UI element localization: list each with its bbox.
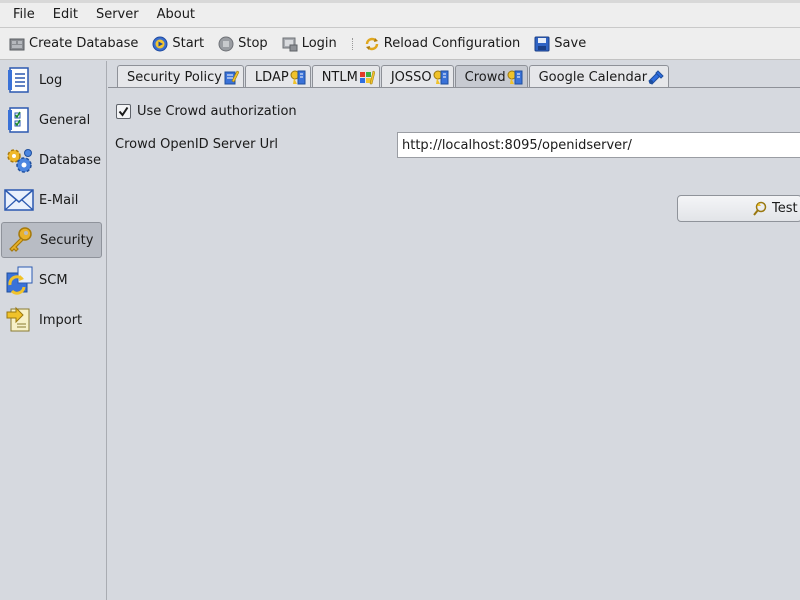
sidebar-item-general[interactable]: General: [1, 102, 102, 138]
use-crowd-label[interactable]: Use Crowd authorization: [137, 104, 297, 119]
tab-crowd[interactable]: Crowd: [454, 65, 528, 88]
reload-configuration-button[interactable]: Reload Configuration: [361, 31, 524, 57]
save-button[interactable]: Save: [531, 31, 589, 57]
tab-google-calendar[interactable]: Google Calendar: [528, 65, 670, 88]
josso-icon: [433, 69, 449, 85]
toolbar-separator: [351, 37, 353, 50]
create-database-button[interactable]: Create Database: [6, 31, 141, 57]
gears-icon: [4, 145, 34, 175]
login-label: Login: [301, 36, 337, 51]
login-icon: [282, 36, 298, 52]
tab-label: Crowd: [464, 69, 506, 85]
tab-label: Google Calendar: [538, 69, 648, 85]
tab-ntlm[interactable]: NTLM: [311, 65, 380, 88]
stop-button[interactable]: Stop: [215, 31, 271, 57]
database-icon: [9, 36, 25, 52]
sidebar-item-label: Database: [39, 152, 102, 168]
sidebar-item-security[interactable]: Security: [1, 222, 102, 258]
sidebar-item-database[interactable]: Database: [1, 142, 102, 178]
server-url-input[interactable]: [397, 132, 800, 158]
start-label: Start: [172, 36, 205, 51]
crowd-icon: [507, 69, 523, 85]
checkmark-icon: [118, 106, 129, 117]
sidebar-item-label: Security: [40, 232, 94, 248]
reload-configuration-label: Reload Configuration: [383, 36, 521, 51]
menu-file[interactable]: File: [4, 4, 44, 26]
tab-label: NTLM: [321, 69, 358, 85]
use-crowd-row: Use Crowd authorization: [116, 104, 297, 119]
ldap-icon: [290, 69, 306, 85]
reload-icon: [364, 36, 380, 52]
sidebar-item-label: SCM: [39, 272, 68, 288]
key-icon: [5, 225, 35, 255]
tab-security-policy[interactable]: Security Policy: [117, 65, 244, 88]
menu-about[interactable]: About: [148, 4, 204, 26]
floppy-disk-icon: [534, 36, 550, 52]
sidebar-item-label: Log: [39, 72, 63, 88]
document-list-icon: [4, 65, 34, 95]
envelope-icon: [4, 185, 34, 215]
checklist-icon: [4, 105, 34, 135]
sidebar: Log General Database E-Mail Security SCM: [0, 61, 107, 600]
scm-icon: [4, 265, 34, 295]
start-button[interactable]: Start: [149, 31, 207, 57]
create-database-label: Create Database: [29, 36, 139, 51]
sidebar-item-label: Import: [39, 312, 83, 328]
import-icon: [4, 305, 34, 335]
play-icon: [152, 36, 168, 52]
stop-label: Stop: [238, 36, 268, 51]
sidebar-item-log[interactable]: Log: [1, 62, 102, 98]
login-button[interactable]: Login: [279, 31, 340, 57]
tab-josso[interactable]: JOSSO: [380, 65, 454, 88]
sidebar-item-import[interactable]: Import: [1, 302, 102, 338]
tab-label: Security Policy: [127, 69, 222, 85]
test-icon: [752, 201, 768, 217]
save-label: Save: [554, 36, 587, 51]
menu-bar: File Edit Server About: [0, 0, 800, 28]
tab-ldap[interactable]: LDAP: [244, 65, 311, 88]
sidebar-item-label: General: [39, 112, 91, 128]
tab-label: JOSSO: [390, 69, 432, 85]
sidebar-item-email[interactable]: E-Mail: [1, 182, 102, 218]
sidebar-item-label: E-Mail: [39, 192, 79, 208]
title-strip: [0, 0, 800, 3]
google-calendar-icon: [648, 69, 664, 85]
tab-label: LDAP: [254, 69, 289, 85]
server-url-label: Crowd OpenID Server Url: [115, 137, 279, 152]
menu-server[interactable]: Server: [87, 4, 148, 26]
policy-icon: [223, 69, 240, 85]
use-crowd-checkbox[interactable]: [116, 104, 131, 119]
sidebar-item-scm[interactable]: SCM: [1, 262, 102, 298]
security-tabs: Security Policy LDAP NTLM JOSSO Crowd Go…: [117, 65, 670, 88]
toolbar: Create Database Start Stop Login Reload …: [0, 28, 800, 60]
menu-edit[interactable]: Edit: [44, 4, 87, 26]
ntlm-icon: [359, 69, 376, 85]
crowd-panel: Use Crowd authorization Crowd OpenID Ser…: [108, 88, 800, 600]
test-button-label: Test: [772, 201, 798, 216]
test-button[interactable]: Test: [677, 195, 800, 222]
stop-icon: [218, 36, 234, 52]
